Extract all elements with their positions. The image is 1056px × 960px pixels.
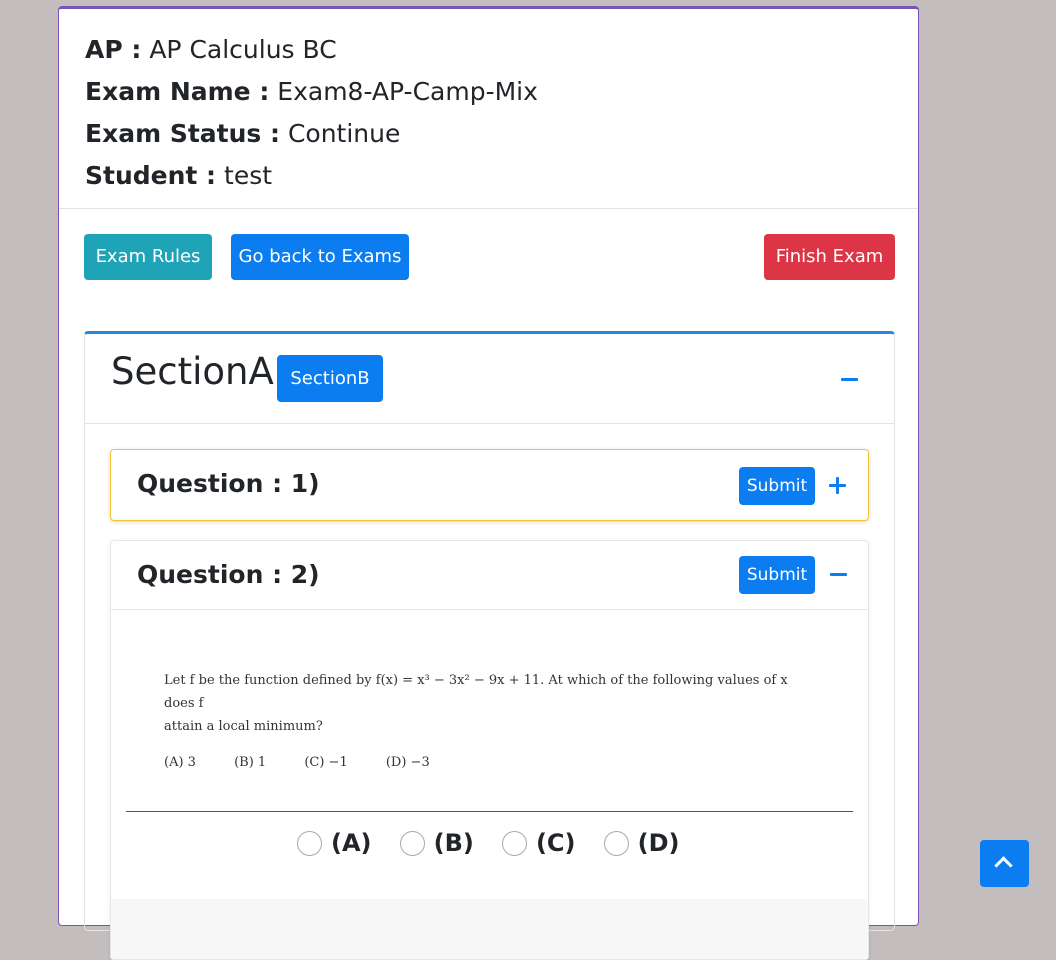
radio-button[interactable] — [297, 830, 322, 856]
radio-button[interactable] — [501, 830, 527, 856]
radio-button[interactable] — [603, 830, 629, 856]
section-title: SectionA — [111, 350, 274, 393]
exam-rules-button[interactable]: Exam Rules — [84, 234, 212, 280]
question-1-panel: Question : 1) Submit — [110, 449, 869, 521]
section-header: SectionA SectionB — [85, 334, 894, 424]
finish-exam-button[interactable]: Finish Exam — [764, 234, 895, 280]
exam-info: AP : AP Calculus BC Exam Name : Exam8-AP… — [85, 29, 538, 197]
chevron-up-icon — [994, 856, 1013, 875]
answer-option-label[interactable]: (A) — [331, 829, 372, 857]
ap-label: AP : — [85, 35, 142, 64]
answer-option-d[interactable]: (D) — [603, 829, 680, 857]
section-panel: SectionA SectionB Question : 1) Submit Q… — [84, 331, 895, 960]
answer-options: (A) (B) (C) (D) — [297, 829, 702, 865]
answer-option-label[interactable]: (D) — [638, 829, 680, 857]
answer-option-label[interactable]: (C) — [536, 829, 576, 857]
ap-row: AP : AP Calculus BC — [85, 29, 538, 71]
question-2-panel: Question : 2) Submit Let f be the functi… — [110, 540, 869, 960]
exam-status-label: Exam Status : — [85, 119, 280, 148]
answer-option-label[interactable]: (B) — [434, 829, 474, 857]
question-header-divider — [111, 609, 868, 610]
scroll-to-top-button[interactable] — [980, 840, 1029, 887]
question-2-footer — [111, 899, 868, 959]
question-1-submit-button[interactable]: Submit — [739, 467, 815, 505]
answer-divider — [126, 811, 853, 812]
minus-icon[interactable] — [830, 573, 847, 576]
exam-name-value: Exam8-AP-Camp-Mix — [277, 77, 538, 106]
problem-choice: (C) −1 — [304, 755, 348, 770]
question-1-title[interactable]: Question : 1) — [137, 468, 320, 500]
question-2-submit-button[interactable]: Submit — [739, 556, 815, 594]
answer-option-b[interactable]: (B) — [399, 829, 474, 857]
info-divider — [59, 208, 918, 209]
ap-value: AP Calculus BC — [149, 35, 337, 64]
section-b-button[interactable]: SectionB — [277, 355, 383, 402]
radio-button[interactable] — [399, 830, 425, 856]
student-row: Student : test — [85, 155, 538, 197]
student-value: test — [224, 161, 273, 190]
problem-choice: (A) 3 — [164, 755, 196, 770]
answer-option-a[interactable]: (A) — [297, 829, 372, 857]
back-to-exams-button[interactable]: Go back to Exams — [231, 234, 409, 280]
exam-status-value: Continue — [287, 119, 401, 148]
plus-icon[interactable] — [829, 477, 846, 494]
minus-icon[interactable] — [841, 378, 858, 381]
problem-choice: (D) −3 — [385, 755, 430, 770]
exam-name-row: Exam Name : Exam8-AP-Camp-Mix — [85, 71, 538, 113]
problem-text-continued: attain a local minimum? — [164, 719, 323, 734]
student-label: Student : — [85, 161, 217, 190]
exam-card: AP : AP Calculus BC Exam Name : Exam8-AP… — [58, 6, 919, 960]
answer-option-c[interactable]: (C) — [501, 829, 576, 857]
problem-choice: (B) 1 — [234, 755, 267, 770]
exam-name-label: Exam Name : — [85, 77, 270, 106]
exam-status-row: Exam Status : Continue — [85, 113, 538, 155]
question-2-title[interactable]: Question : 2) — [137, 559, 320, 591]
problem-text: Let f be the function defined by f(x) = … — [164, 673, 788, 711]
problem-choices: (A) 3 (B) 1 (C) −1 (D) −3 — [164, 751, 804, 774]
question-2-problem: Let f be the function defined by f(x) = … — [164, 669, 804, 774]
